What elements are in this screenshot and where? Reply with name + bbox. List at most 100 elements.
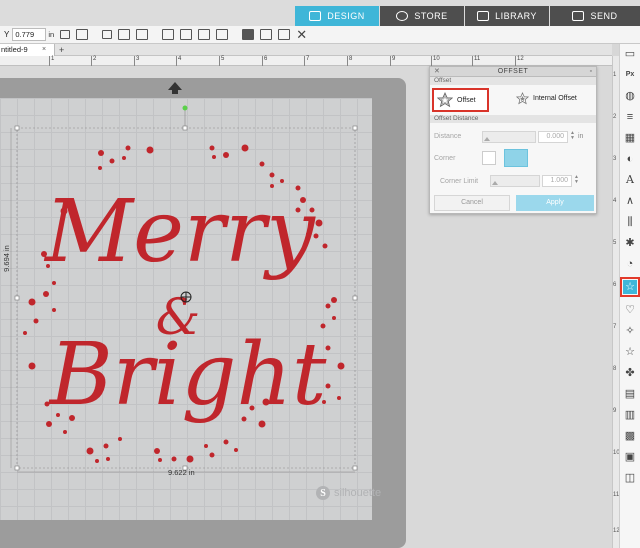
shop-icon[interactable]: ▣ <box>623 450 637 464</box>
internal-offset-star-icon <box>516 92 529 105</box>
page-setup-icon[interactable]: ▭ <box>623 47 637 61</box>
resize-handle <box>14 295 20 301</box>
corner-limit-slider[interactable] <box>490 175 540 187</box>
offset-panel-titlebar[interactable]: ✕ OFFSET ▫ <box>430 67 596 77</box>
trace-icon[interactable]: ♡ <box>623 303 637 317</box>
puzzle-icon[interactable]: ✤ <box>623 366 637 380</box>
ruler-tick: 4 <box>613 198 617 204</box>
internal-offset-label: Internal Offset <box>533 95 577 102</box>
internal-offset-button[interactable]: Internal Offset <box>516 92 577 105</box>
offset-type-row: Offset Internal Offset <box>430 85 596 115</box>
apply-button[interactable]: Apply <box>516 195 594 211</box>
send-to-back-icon[interactable] <box>216 29 229 40</box>
ruler-tick: 8 <box>346 56 353 66</box>
ruler-tick: 9 <box>613 408 617 414</box>
ruler-tick: 5 <box>218 56 225 66</box>
close-tab-icon[interactable]: × <box>42 44 46 56</box>
ruler-tick: 5 <box>613 240 617 246</box>
tab-design-label: DESIGN <box>327 11 365 21</box>
ruler-tick: 1 <box>613 72 617 78</box>
y-position-label: Y <box>4 30 10 39</box>
ruler-tick: 7 <box>303 56 310 66</box>
ruler-tick: 10 <box>431 56 440 66</box>
tab-library-label: LIBRARY <box>495 11 537 21</box>
ungroup-icon[interactable] <box>136 29 149 40</box>
sketch-icon[interactable]: ✧ <box>623 324 637 338</box>
close-icon[interactable]: ✕ <box>296 28 307 41</box>
ruler-tick: 11 <box>471 56 481 66</box>
bring-forward-icon[interactable] <box>162 29 175 40</box>
star-shape-icon[interactable] <box>260 29 273 40</box>
corner-label: Corner <box>434 155 456 162</box>
corner-sharp-option[interactable] <box>482 151 496 165</box>
ruler-tick: 12 <box>515 56 524 66</box>
corner-limit-label: Corner Limit <box>440 178 479 185</box>
distance-unit: in <box>578 133 584 140</box>
pixscan-icon[interactable]: Px <box>623 68 637 82</box>
app-window: DESIGN STORE LIBRARY SEND Y 0.779 in ✕ n… <box>0 0 640 548</box>
offset-button[interactable]: Offset <box>432 88 489 112</box>
tab-store-label: STORE <box>414 11 448 21</box>
top-nav: DESIGN STORE LIBRARY SEND <box>0 0 640 26</box>
resize-handle <box>352 125 358 131</box>
right-panel-icons: ▭ Px ◍ ≡ ▦ ◐ A ∧ ⫼ ✱ ◔ ☆ ♡ ✧ ☆ ✤ ▤ ▥ ▩ ▣… <box>619 44 640 548</box>
ruler-tick: 2 <box>90 56 97 66</box>
ruler-tick: 1 <box>48 56 55 66</box>
document-tab[interactable]: ntitled-9 <box>0 44 55 56</box>
tab-store[interactable]: STORE <box>380 6 464 26</box>
add-shape-icon[interactable] <box>76 29 89 40</box>
fill-pattern-icon[interactable]: ▦ <box>623 131 637 145</box>
bring-to-front-icon[interactable] <box>198 29 211 40</box>
transparency-icon[interactable]: ◐ <box>623 152 637 166</box>
document-tab-label: ntitled-9 <box>1 45 28 54</box>
y-position-input[interactable]: 0.779 <box>12 28 47 41</box>
corner-limit-stepper[interactable]: ▲ ▼ <box>574 175 579 185</box>
distance-input[interactable]: 0.000 <box>538 131 568 143</box>
add-tab-icon[interactable]: + <box>59 44 64 56</box>
tab-library[interactable]: LIBRARY <box>465 6 549 26</box>
silhouette-s-icon <box>396 11 409 21</box>
fill-icon[interactable] <box>242 29 255 40</box>
height-dimension: 9.694 in <box>1 245 11 272</box>
design-text-merry: Merry <box>43 182 316 282</box>
corner-round-option[interactable] <box>504 149 528 167</box>
align-icon[interactable]: ∧ <box>623 194 637 208</box>
emboss-icon[interactable]: ◫ <box>623 471 637 485</box>
3d-box-icon[interactable] <box>278 29 291 40</box>
text-style-icon[interactable]: A <box>623 173 637 187</box>
offset-panel-title: OFFSET <box>497 68 529 75</box>
cancel-button[interactable]: Cancel <box>434 195 510 211</box>
resize-handle <box>182 125 188 131</box>
tab-send[interactable]: SEND <box>550 6 640 26</box>
transform-icon[interactable]: ⫼ <box>623 215 637 229</box>
panel-minimize-icon[interactable]: ▫ <box>590 67 592 77</box>
grid-icon[interactable]: ▩ <box>623 429 637 443</box>
ruler-tick: 3 <box>133 56 140 66</box>
distance-slider[interactable] <box>482 131 536 143</box>
right-ruler: 1 2 3 4 5 6 7 8 9 10 11 12 <box>612 56 620 548</box>
silhouette-watermark: S silhouette <box>316 486 381 500</box>
replicate-icon[interactable]: ✱ <box>623 236 637 250</box>
resize-handle <box>352 295 358 301</box>
offset-star-icon <box>437 92 453 108</box>
offset-icon[interactable]: ☆ <box>620 277 640 297</box>
y-unit-label: in <box>48 30 55 39</box>
ruler-tick: 3 <box>613 156 617 162</box>
lock-aspect-icon[interactable] <box>60 30 71 39</box>
layers-icon[interactable]: ▤ <box>623 387 637 401</box>
tab-send-label: SEND <box>590 11 618 21</box>
distance-stepper[interactable]: ▲ ▼ <box>570 131 575 141</box>
group-icon[interactable] <box>118 29 131 40</box>
tab-design[interactable]: DESIGN <box>295 6 379 26</box>
line-style-icon[interactable]: ≡ <box>623 110 637 124</box>
fill-color-icon[interactable]: ◍ <box>623 89 637 103</box>
download-icon <box>477 11 490 21</box>
quick-access-toolbar: Y 0.779 in ✕ <box>0 26 640 44</box>
rotate-handle <box>182 105 188 111</box>
library-icon[interactable]: ▥ <box>623 408 637 422</box>
rhinestone-icon[interactable]: ☆ <box>623 345 637 359</box>
align-icon[interactable] <box>102 30 113 39</box>
corner-limit-input[interactable]: 1.000 <box>542 175 572 187</box>
modify-icon[interactable]: ◔ <box>623 257 637 271</box>
send-backward-icon[interactable] <box>180 29 193 40</box>
